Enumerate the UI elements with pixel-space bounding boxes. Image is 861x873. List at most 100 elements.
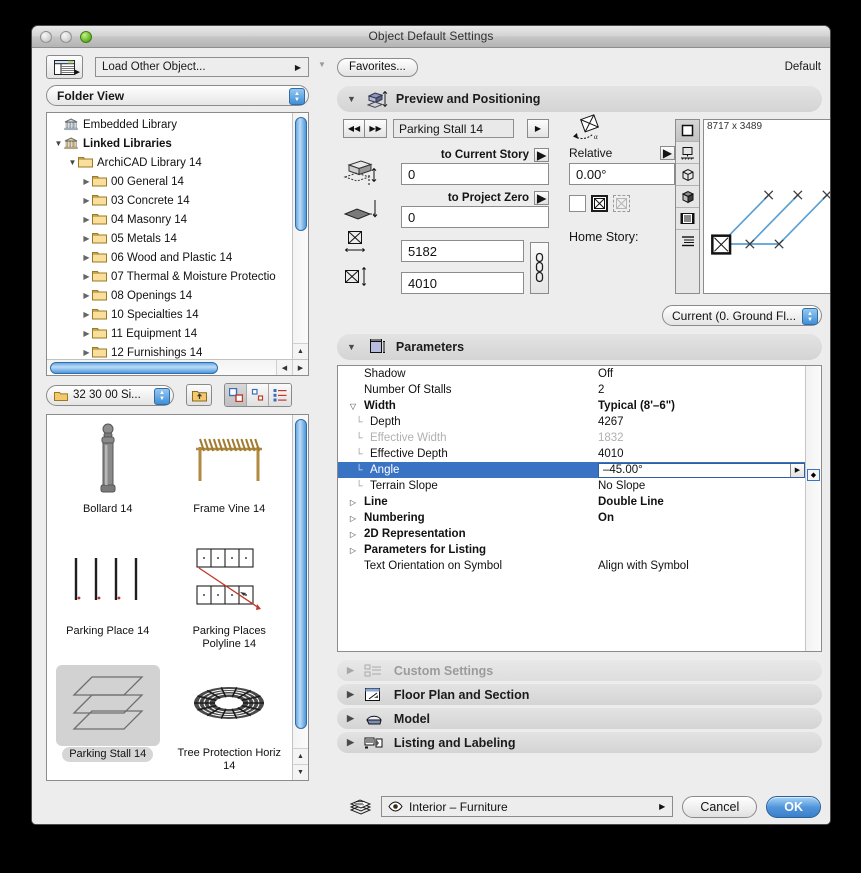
chevron-right-icon[interactable]: ▶ <box>347 737 354 748</box>
chain-link-icon[interactable] <box>530 242 549 294</box>
tree-item-10-specialties-14[interactable]: ▶ 10 Specialties 14 <box>47 305 292 324</box>
relative-angle-popup[interactable]: ▶ <box>660 146 675 160</box>
view-style-segments[interactable] <box>224 383 292 407</box>
parameter-row[interactable]: └ Terrain Slope No Slope <box>338 478 805 494</box>
front-view-tab[interactable] <box>676 142 699 164</box>
folder-up-icon[interactable] <box>186 384 212 406</box>
tree-item-07-thermal-moisture-protectio[interactable]: ▶ 07 Thermal & Moisture Protectio <box>47 267 292 286</box>
chevron-right-icon[interactable]: ▷ <box>346 530 360 539</box>
chevron-right-icon[interactable]: ▶ <box>81 196 92 205</box>
section-header-listing-and-labeling[interactable]: ▶ Listing and Labeling <box>337 732 822 753</box>
chevron-right-icon[interactable]: ▶ <box>347 713 354 724</box>
section-header-floor-plan-and-section[interactable]: ▶ Floor Plan and Section <box>337 684 822 705</box>
thumbnails-vertical-scrollbar[interactable]: ▲ ▼ <box>292 415 308 780</box>
large-icon-view[interactable] <box>225 384 247 406</box>
parameter-row[interactable]: ▷ Parameters for Listing <box>338 542 805 558</box>
filmstrip-view-tab[interactable] <box>676 208 699 230</box>
tree-item-embedded-library[interactable]: Embedded Library <box>47 115 292 134</box>
object-preview-box[interactable]: 8717 x 3489 <box>703 119 830 294</box>
relative-angle-input[interactable]: 0.00° <box>569 163 675 185</box>
object-thumbnail[interactable]: Tree Protection Horiz 14 <box>169 663 291 780</box>
parameter-row[interactable]: ▷ Numbering On <box>338 510 805 526</box>
parameter-row[interactable]: └ Depth 4267 <box>338 414 805 430</box>
unchecked-box-icon[interactable] <box>569 195 586 212</box>
chevron-right-icon[interactable]: ▶ <box>81 348 92 357</box>
stepper-arrows-icon[interactable]: ▲ ▼ <box>802 308 818 325</box>
tree-item-08-openings-14[interactable]: ▶ 08 Openings 14 <box>47 286 292 305</box>
tree-item-06-wood-and-plastic-14[interactable]: ▶ 06 Wood and Plastic 14 <box>47 248 292 267</box>
object-height-input[interactable]: 4010 <box>401 272 524 294</box>
parameter-value-editor[interactable]: –45.00° ▶ <box>598 462 805 478</box>
load-other-object-combo[interactable]: Load Other Object... ▶ <box>95 57 309 77</box>
tree-item-12-furnishings-14[interactable]: ▶ 12 Furnishings 14 <box>47 343 292 359</box>
list-view[interactable] <box>269 384 291 406</box>
3d-wireframe-view-tab[interactable] <box>676 164 699 186</box>
chevron-right-icon[interactable]: ▶ <box>347 689 354 700</box>
to-current-story-input[interactable]: 0 <box>401 163 549 185</box>
angle-input[interactable]: –45.00° ▶ <box>598 462 805 478</box>
parameters-scrollbar[interactable]: ◆ <box>805 366 821 651</box>
parameter-row[interactable]: ▷ 2D Representation <box>338 526 805 542</box>
to-project-zero-input[interactable]: 0 <box>401 206 549 228</box>
tree-item-00-general-14[interactable]: ▶ 00 General 14 <box>47 172 292 191</box>
object-name-field[interactable]: Parking Stall 14 <box>393 119 514 138</box>
object-thumbnail-grid[interactable]: Bollard 14 Frame Vine 14 Parking Place 14… <box>47 419 290 780</box>
collapsed-sections[interactable]: ▶ Custom Settings ▶ Floor Plan and Section ▶… <box>329 660 830 753</box>
parameters-section-header[interactable]: ▼ Parameters <box>337 334 822 360</box>
chevron-down-icon[interactable]: ▼ <box>347 342 356 352</box>
chevron-right-icon[interactable]: ▶ <box>81 291 92 300</box>
chevron-right-icon[interactable]: ▶ <box>81 253 92 262</box>
object-thumbnail[interactable]: Bollard 14 <box>47 419 169 541</box>
tree-item-05-metals-14[interactable]: ▶ 05 Metals 14 <box>47 229 292 248</box>
chevron-right-icon[interactable]: ▷ <box>346 498 360 507</box>
tree-item-11-equipment-14[interactable]: ▶ 11 Equipment 14 <box>47 324 292 343</box>
parameter-row[interactable]: └ Angle –45.00° ▶ <box>338 462 805 478</box>
object-thumbnail[interactable]: Parking Places Polyline 14 <box>169 541 291 663</box>
current-folder-popup[interactable]: 32 30 00 Si... ▲ ▼ <box>46 384 174 406</box>
parameters-scroll-knob[interactable]: ◆ <box>807 469 820 481</box>
thumbnails-scroll-thumb[interactable] <box>295 419 307 729</box>
tree-item-04-masonry-14[interactable]: ▶ 04 Masonry 14 <box>47 210 292 229</box>
scroll-left-icon[interactable]: ◀ <box>276 360 292 375</box>
favorites-button[interactable]: Favorites... <box>337 57 418 77</box>
chevron-right-icon[interactable]: ▶ <box>81 234 92 243</box>
parameter-row[interactable]: Number Of Stalls 2 <box>338 382 805 398</box>
parameter-row[interactable]: Text Orientation on Symbol Align with Sym… <box>338 558 805 574</box>
chevron-right-icon[interactable]: ▶ <box>81 272 92 281</box>
tree-horizontal-scrollbar[interactable]: ◀ ▶ <box>47 359 308 375</box>
object-width-input[interactable]: 5182 <box>401 240 524 262</box>
stepper-arrows-icon[interactable]: ▲ ▼ <box>154 387 170 405</box>
library-tree-list[interactable]: Embedded Library ▼ Linked Libraries ▼ ArchiC… <box>47 115 292 359</box>
settings-scroll-strip[interactable]: ▼ <box>315 48 329 824</box>
tree-hscroll-buttons[interactable]: ◀ ▶ <box>276 360 308 375</box>
tree-item-linked-libraries[interactable]: ▼ Linked Libraries <box>47 134 292 153</box>
tree-item-03-concrete-14[interactable]: ▶ 03 Concrete 14 <box>47 191 292 210</box>
stepper-arrows-icon[interactable]: ▲ ▼ <box>289 88 305 105</box>
cancel-button[interactable]: Cancel <box>682 795 758 818</box>
3d-shaded-view-tab[interactable] <box>676 186 699 208</box>
previous-object-button[interactable]: ◀◀ <box>343 119 365 138</box>
tree-item-archicad-library-14[interactable]: ▼ ArchiCAD Library 14 <box>47 153 292 172</box>
2d-symbol-view-tab[interactable] <box>676 120 699 142</box>
next-object-button[interactable]: ▶▶ <box>365 119 387 138</box>
parameter-row[interactable]: Shadow Off <box>338 366 805 382</box>
home-story-popup[interactable]: Current (0. Ground Fl... ▲ ▼ <box>662 305 822 326</box>
library-manager-icon[interactable]: ▶ <box>46 55 83 79</box>
layer-popup[interactable]: Interior – Furniture ▶ <box>381 796 674 817</box>
tree-scroll-thumb[interactable] <box>295 117 307 231</box>
scroll-up-icon[interactable]: ▼ <box>315 60 329 69</box>
parameters-list[interactable]: Shadow Off Number Of Stalls 2 ▽ Width Typical … <box>338 366 805 651</box>
chevron-right-icon[interactable]: ▶ <box>81 177 92 186</box>
chevron-right-icon[interactable]: ▶ <box>81 310 92 319</box>
object-settings-popup-button[interactable]: ▶ <box>527 119 549 138</box>
scroll-up-icon[interactable]: ▲ <box>293 748 308 764</box>
chevron-down-icon[interactable]: ▼ <box>347 94 356 104</box>
chevron-right-icon[interactable]: ▶ <box>81 215 92 224</box>
parameter-row[interactable]: ▷ Line Double Line <box>338 494 805 510</box>
to-project-zero-popup[interactable]: ▶ <box>534 191 549 205</box>
preview-view-tabs[interactable] <box>675 119 700 294</box>
chevron-down-icon[interactable]: ▼ <box>53 139 64 148</box>
object-thumbnail[interactable]: Parking Stall 14 <box>47 663 169 780</box>
parameter-row[interactable]: └ Effective Depth 4010 <box>338 446 805 462</box>
small-icon-view[interactable] <box>247 384 269 406</box>
